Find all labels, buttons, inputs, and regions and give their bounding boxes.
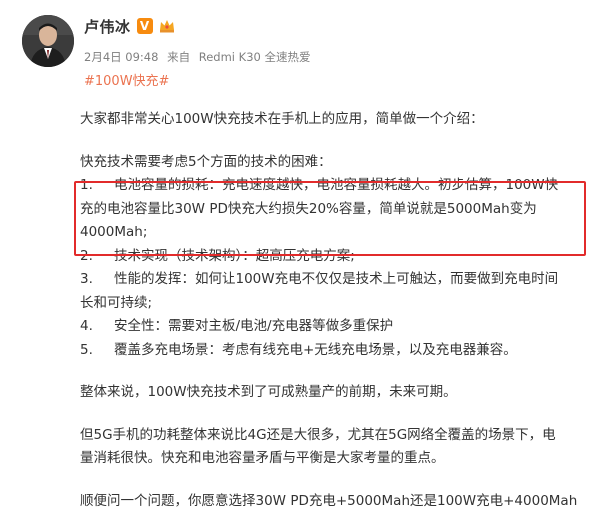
- 5g-line: 但5G手机的功耗整体来说比4G还是大很多，尤其在5G网络全覆盖的场景下，电: [80, 426, 556, 443]
- list-text: 技术实现（技术架构）：超高压充电方案;: [114, 247, 355, 264]
- list-item: 4. 安全性：需要对主板/电池/充电器等做多重保护: [80, 315, 585, 339]
- post-content: 大家都非常关心100W快充技术在手机上的应用，简单做一个介绍： 快充技术需要考虑…: [80, 108, 585, 529]
- question-text: 顺便问一个问题，你愿意选择30W PD充电+5000Mah还是100W充电+40…: [80, 492, 578, 509]
- list-number: 1.: [80, 177, 93, 193]
- list-number: 2.: [80, 247, 93, 264]
- list-text: 安全性：需要对主板/电池/充电器等做多重保护: [114, 318, 394, 334]
- list-item: 1. 电池容量的损耗：充电速度越快，电池容量损耗越大。初步估算，100W快: [80, 174, 585, 198]
- list-text: 覆盖多充电场景：考虑有线充电+无线充电场景，以及充电器兼容。: [114, 341, 517, 358]
- list-item: 5. 覆盖多充电场景：考虑有线充电+无线充电场景，以及充电器兼容。: [80, 339, 585, 363]
- hashtag-link[interactable]: #100W快充#: [84, 70, 169, 89]
- post-meta: 2月4日 09:48 来自 Redmi K30 全速热爱: [84, 49, 315, 65]
- summary-text: 整体来说，100W快充技术到了可成熟量产的前期，未来可期。: [80, 384, 457, 400]
- post-device[interactable]: Redmi K30 全速热爱: [199, 50, 311, 64]
- list-number: 3.: [80, 271, 93, 287]
- challenges-heading: 快充技术需要考虑5个方面的技术的困难：: [80, 153, 332, 170]
- verified-icon: V: [136, 18, 153, 34]
- list-item: 3. 性能的发挥：如何让100W充电不仅仅是技术上可触达，而要做到充电时间: [80, 268, 585, 292]
- vip-crown-icon: [158, 17, 176, 35]
- 5g-line: 量消耗很快。快充和电池容量矛盾与平衡是大家考量的重点。: [80, 450, 445, 466]
- list-item-continuation: 充的电池容量比30W PD快充大约损失20%容量，简单说就是5000Mah变为: [80, 200, 537, 217]
- post-date[interactable]: 2月4日 09:48: [84, 50, 158, 64]
- challenges-section: 快充技术需要考虑5个方面的技术的困难： 1. 电池容量的损耗：充电速度越快，电池容…: [80, 151, 585, 363]
- list-number: 5.: [80, 341, 93, 358]
- list-text: 电池容量的损耗：充电速度越快，电池容量损耗越大。初步估算，100W快: [114, 177, 559, 193]
- source-prefix: 来自: [167, 50, 191, 64]
- list-item-continuation: 长和可持续;: [80, 294, 153, 311]
- 5g-paragraph: 但5G手机的功耗整体来说比4G还是大很多，尤其在5G网络全覆盖的场景下，电 量消…: [80, 424, 585, 471]
- list-number: 4.: [80, 318, 93, 334]
- list-text: 性能的发挥：如何让100W充电不仅仅是技术上可触达，而要做到充电时间: [114, 271, 559, 287]
- list-item-continuation: 4000Mah;: [80, 224, 148, 240]
- weibo-post: 卢伟冰 V 2月4日 09:48 来自 Redmi K30 全速热爱 #100W…: [0, 0, 595, 529]
- avatar[interactable]: [22, 15, 74, 67]
- author-name[interactable]: 卢伟冰: [84, 16, 131, 37]
- list-item: 2. 技术实现（技术架构）：超高压充电方案;: [80, 245, 585, 269]
- author-line: 卢伟冰 V: [84, 15, 176, 37]
- intro-text: 大家都非常关心100W快充技术在手机上的应用，简单做一个介绍：: [80, 111, 484, 127]
